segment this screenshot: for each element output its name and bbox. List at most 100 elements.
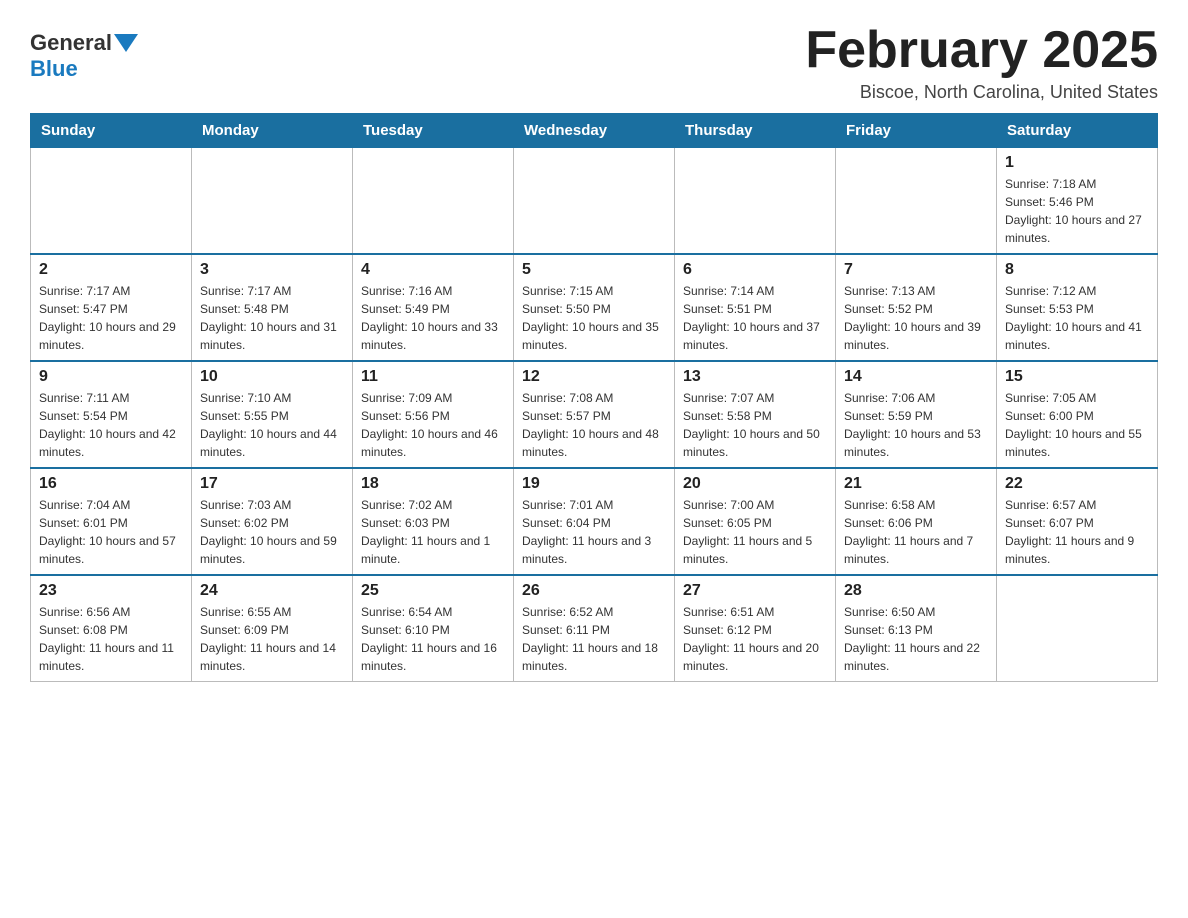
day-number: 1	[1005, 154, 1149, 172]
day-info: Sunrise: 6:58 AMSunset: 6:06 PMDaylight:…	[844, 498, 973, 566]
day-of-week-header: Sunday	[31, 114, 192, 148]
day-info: Sunrise: 7:07 AMSunset: 5:58 PMDaylight:…	[683, 391, 820, 459]
day-number: 28	[844, 582, 988, 600]
day-number: 3	[200, 261, 344, 279]
day-number: 10	[200, 368, 344, 386]
calendar-cell	[31, 148, 192, 255]
calendar-cell: 26 Sunrise: 6:52 AMSunset: 6:11 PMDayligh…	[514, 575, 675, 682]
day-number: 5	[522, 261, 666, 279]
calendar-cell: 18 Sunrise: 7:02 AMSunset: 6:03 PMDayligh…	[353, 468, 514, 575]
calendar-cell: 19 Sunrise: 7:01 AMSunset: 6:04 PMDayligh…	[514, 468, 675, 575]
day-info: Sunrise: 7:13 AMSunset: 5:52 PMDaylight:…	[844, 284, 981, 352]
calendar-cell: 1 Sunrise: 7:18 AMSunset: 5:46 PMDaylight…	[997, 148, 1158, 255]
day-info: Sunrise: 6:55 AMSunset: 6:09 PMDaylight:…	[200, 605, 336, 673]
day-info: Sunrise: 7:16 AMSunset: 5:49 PMDaylight:…	[361, 284, 498, 352]
day-number: 2	[39, 261, 183, 279]
day-info: Sunrise: 6:51 AMSunset: 6:12 PMDaylight:…	[683, 605, 819, 673]
calendar-cell: 17Sunrise: 7:03 AMSunset: 6:02 PMDayligh…	[192, 468, 353, 575]
calendar-cell: 11Sunrise: 7:09 AMSunset: 5:56 PMDayligh…	[353, 361, 514, 468]
title-block: February 2025 Biscoe, North Carolina, Un…	[805, 20, 1158, 103]
day-info: Sunrise: 7:10 AMSunset: 5:55 PMDaylight:…	[200, 391, 337, 459]
day-info: Sunrise: 7:14 AMSunset: 5:51 PMDaylight:…	[683, 284, 820, 352]
calendar-header: SundayMondayTuesdayWednesdayThursdayFrid…	[31, 114, 1158, 148]
day-info: Sunrise: 7:17 AMSunset: 5:48 PMDaylight:…	[200, 284, 337, 352]
calendar-cell: 5 Sunrise: 7:15 AMSunset: 5:50 PMDaylight…	[514, 254, 675, 361]
day-of-week-header: Friday	[836, 114, 997, 148]
calendar-cell: 7 Sunrise: 7:13 AMSunset: 5:52 PMDaylight…	[836, 254, 997, 361]
day-of-week-header: Saturday	[997, 114, 1158, 148]
day-info: Sunrise: 7:17 AMSunset: 5:47 PMDaylight:…	[39, 284, 176, 352]
calendar-cell: 25 Sunrise: 6:54 AMSunset: 6:10 PMDayligh…	[353, 575, 514, 682]
calendar-cell: 13 Sunrise: 7:07 AMSunset: 5:58 PMDayligh…	[675, 361, 836, 468]
calendar-cell	[192, 148, 353, 255]
day-number: 7	[844, 261, 988, 279]
calendar-week-row: 1 Sunrise: 7:18 AMSunset: 5:46 PMDaylight…	[31, 148, 1158, 255]
day-number: 14	[844, 368, 988, 386]
day-number: 20	[683, 475, 827, 493]
calendar-body: 1 Sunrise: 7:18 AMSunset: 5:46 PMDaylight…	[31, 148, 1158, 682]
day-info: Sunrise: 6:50 AMSunset: 6:13 PMDaylight:…	[844, 605, 980, 673]
calendar-cell: 2 Sunrise: 7:17 AMSunset: 5:47 PMDaylight…	[31, 254, 192, 361]
day-info: Sunrise: 6:54 AMSunset: 6:10 PMDaylight:…	[361, 605, 497, 673]
day-info: Sunrise: 7:09 AMSunset: 5:56 PMDaylight:…	[361, 391, 498, 459]
month-title: February 2025	[805, 20, 1158, 80]
calendar-cell	[836, 148, 997, 255]
calendar-cell: 9Sunrise: 7:11 AMSunset: 5:54 PMDaylight…	[31, 361, 192, 468]
calendar-cell: 21 Sunrise: 6:58 AMSunset: 6:06 PMDayligh…	[836, 468, 997, 575]
calendar-cell: 3 Sunrise: 7:17 AMSunset: 5:48 PMDaylight…	[192, 254, 353, 361]
day-info: Sunrise: 7:08 AMSunset: 5:57 PMDaylight:…	[522, 391, 659, 459]
day-info: Sunrise: 7:11 AMSunset: 5:54 PMDaylight:…	[39, 391, 176, 459]
day-number: 8	[1005, 261, 1149, 279]
calendar-cell: 8 Sunrise: 7:12 AMSunset: 5:53 PMDaylight…	[997, 254, 1158, 361]
day-number: 13	[683, 368, 827, 386]
day-number: 18	[361, 475, 505, 493]
day-info: Sunrise: 7:04 AMSunset: 6:01 PMDaylight:…	[39, 498, 176, 566]
day-number: 26	[522, 582, 666, 600]
day-info: Sunrise: 7:18 AMSunset: 5:46 PMDaylight:…	[1005, 177, 1142, 245]
day-number: 19	[522, 475, 666, 493]
day-info: Sunrise: 7:03 AMSunset: 6:02 PMDaylight:…	[200, 498, 337, 566]
day-number: 23	[39, 582, 183, 600]
calendar-cell: 28 Sunrise: 6:50 AMSunset: 6:13 PMDayligh…	[836, 575, 997, 682]
day-info: Sunrise: 7:02 AMSunset: 6:03 PMDaylight:…	[361, 498, 490, 566]
calendar-cell: 6 Sunrise: 7:14 AMSunset: 5:51 PMDaylight…	[675, 254, 836, 361]
logo-blue-text: Blue	[30, 56, 78, 81]
day-number: 21	[844, 475, 988, 493]
day-number: 15	[1005, 368, 1149, 386]
calendar-week-row: 2 Sunrise: 7:17 AMSunset: 5:47 PMDaylight…	[31, 254, 1158, 361]
day-info: Sunrise: 7:15 AMSunset: 5:50 PMDaylight:…	[522, 284, 659, 352]
calendar-cell	[997, 575, 1158, 682]
day-of-week-header: Tuesday	[353, 114, 514, 148]
day-info: Sunrise: 7:05 AMSunset: 6:00 PMDaylight:…	[1005, 391, 1142, 459]
calendar-cell	[514, 148, 675, 255]
day-number: 25	[361, 582, 505, 600]
day-info: Sunrise: 7:12 AMSunset: 5:53 PMDaylight:…	[1005, 284, 1142, 352]
day-number: 22	[1005, 475, 1149, 493]
calendar-table: SundayMondayTuesdayWednesdayThursdayFrid…	[30, 113, 1158, 682]
header-row: SundayMondayTuesdayWednesdayThursdayFrid…	[31, 114, 1158, 148]
location-text: Biscoe, North Carolina, United States	[805, 82, 1158, 103]
calendar-cell: 15 Sunrise: 7:05 AMSunset: 6:00 PMDayligh…	[997, 361, 1158, 468]
day-info: Sunrise: 6:52 AMSunset: 6:11 PMDaylight:…	[522, 605, 658, 673]
day-number: 6	[683, 261, 827, 279]
calendar-cell: 4Sunrise: 7:16 AMSunset: 5:49 PMDaylight…	[353, 254, 514, 361]
logo: General Blue	[30, 30, 140, 82]
day-of-week-header: Monday	[192, 114, 353, 148]
calendar-cell: 14 Sunrise: 7:06 AMSunset: 5:59 PMDayligh…	[836, 361, 997, 468]
calendar-cell: 20 Sunrise: 7:00 AMSunset: 6:05 PMDayligh…	[675, 468, 836, 575]
logo-arrow-icon	[114, 34, 138, 52]
day-number: 12	[522, 368, 666, 386]
page-header: General Blue February 2025 Biscoe, North…	[30, 20, 1158, 103]
day-number: 27	[683, 582, 827, 600]
calendar-cell	[675, 148, 836, 255]
day-info: Sunrise: 7:00 AMSunset: 6:05 PMDaylight:…	[683, 498, 812, 566]
day-info: Sunrise: 7:06 AMSunset: 5:59 PMDaylight:…	[844, 391, 981, 459]
calendar-cell: 10 Sunrise: 7:10 AMSunset: 5:55 PMDayligh…	[192, 361, 353, 468]
day-info: Sunrise: 7:01 AMSunset: 6:04 PMDaylight:…	[522, 498, 651, 566]
day-info: Sunrise: 6:57 AMSunset: 6:07 PMDaylight:…	[1005, 498, 1134, 566]
calendar-cell	[353, 148, 514, 255]
calendar-week-row: 9Sunrise: 7:11 AMSunset: 5:54 PMDaylight…	[31, 361, 1158, 468]
calendar-week-row: 16Sunrise: 7:04 AMSunset: 6:01 PMDayligh…	[31, 468, 1158, 575]
calendar-cell: 16Sunrise: 7:04 AMSunset: 6:01 PMDayligh…	[31, 468, 192, 575]
day-of-week-header: Wednesday	[514, 114, 675, 148]
